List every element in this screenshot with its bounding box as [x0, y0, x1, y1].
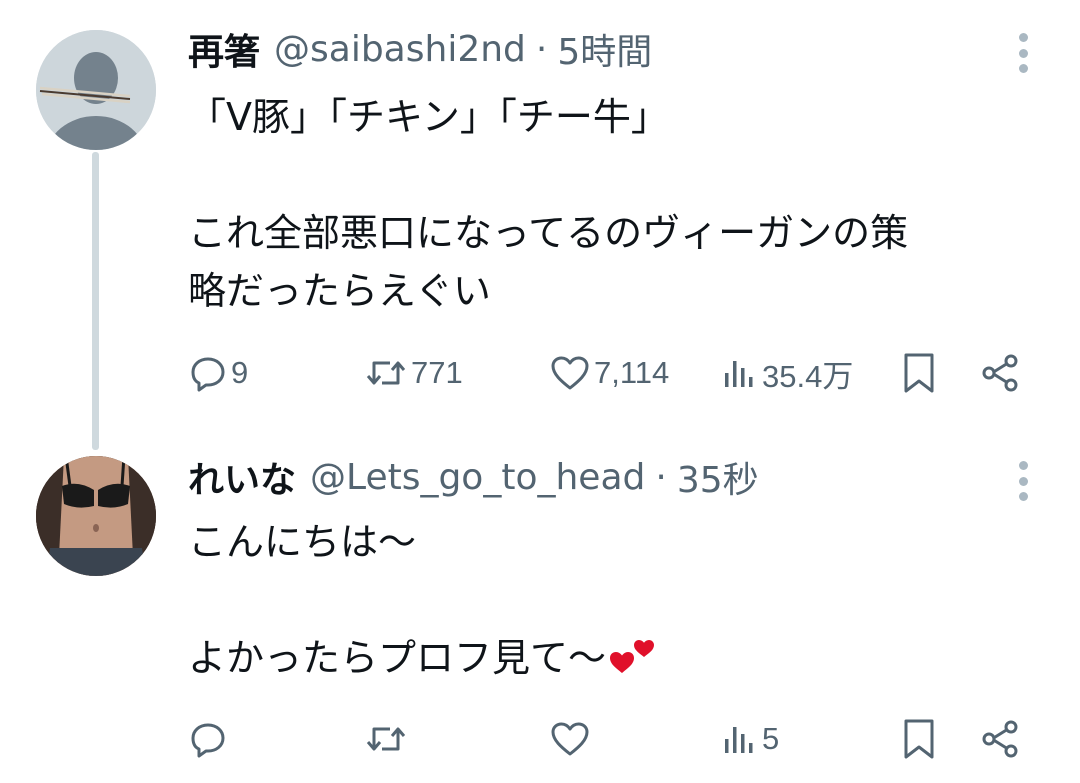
- retweet-icon: [366, 727, 406, 751]
- tweet-text-line: 「V豚」「チキン」「チー牛」: [188, 95, 669, 139]
- tweet-text-line: これ全部悪口になってるのヴィーガンの策: [188, 211, 909, 255]
- avatar[interactable]: [36, 456, 156, 576]
- tweet-header: れいな @Lets_go_to_head · 35秒: [188, 452, 759, 502]
- profile-photo: [36, 456, 156, 576]
- tweet[interactable]: れいな @Lets_go_to_head · 35秒 こんにちは〜 よかったらプ…: [0, 440, 1080, 783]
- share-button[interactable]: [978, 351, 1022, 395]
- two-hearts-emoji: [608, 635, 656, 693]
- heart-icon: [551, 722, 589, 756]
- retweet-button[interactable]: [364, 717, 411, 761]
- tweet-text-line: こんにちは〜: [188, 520, 417, 564]
- tweet-text: 「V豚」「チキン」「チー牛」 これ全部悪口になってるのヴィーガンの策 略だったら…: [188, 88, 1038, 320]
- retweet-count: 771: [411, 355, 463, 390]
- timestamp[interactable]: 35秒: [677, 451, 759, 503]
- reply-icon: [191, 723, 225, 758]
- heart-icon: [551, 356, 589, 390]
- bookmark-icon: [904, 353, 934, 393]
- like-button[interactable]: 7,114: [549, 351, 669, 395]
- tweet-header: 再箸 @saibashi2nd · 5時間: [188, 24, 652, 74]
- separator: ·: [535, 28, 548, 70]
- timestamp[interactable]: 5時間: [557, 23, 652, 75]
- more-options-icon[interactable]: [1018, 33, 1028, 73]
- default-avatar-icon: [36, 30, 156, 150]
- reply-count: 9: [231, 355, 249, 390]
- views-icon: [725, 727, 753, 753]
- retweet-icon: [366, 361, 406, 385]
- reply-icon: [191, 357, 225, 392]
- tweet-text-line-content: よかったらプロフ見て〜: [188, 636, 607, 680]
- avatar[interactable]: [36, 30, 156, 150]
- like-button[interactable]: [549, 717, 594, 761]
- retweet-button[interactable]: 771: [364, 351, 463, 395]
- reply-button[interactable]: 9: [188, 351, 248, 395]
- display-name[interactable]: れいな: [188, 451, 296, 503]
- bookmark-button[interactable]: [899, 717, 939, 761]
- views-button[interactable]: 35.4万: [719, 351, 853, 395]
- more-options-icon[interactable]: [1018, 461, 1028, 501]
- display-name[interactable]: 再箸: [188, 23, 260, 75]
- bookmark-button[interactable]: [899, 351, 939, 395]
- views-icon: [725, 361, 753, 387]
- tweet-text-blank-line: [188, 571, 1038, 629]
- tweet-text-line: よかったらプロフ見て〜: [188, 629, 1038, 693]
- tweet-text-blank-line: [188, 146, 1038, 204]
- tweet-actions: 9 771 7,114 35.4万: [188, 351, 1038, 395]
- tweet-text: こんにちは〜 よかったらプロフ見て〜: [188, 513, 1038, 693]
- share-icon: [982, 354, 1018, 392]
- tweet[interactable]: 再箸 @saibashi2nd · 5時間 「V豚」「チキン」「チー牛」 これ全…: [0, 0, 1080, 440]
- separator: ·: [655, 456, 667, 498]
- reply-button[interactable]: [188, 717, 231, 761]
- tweet-actions: 5: [188, 717, 1038, 761]
- like-count: 7,114: [594, 355, 670, 390]
- views-button[interactable]: 5: [719, 717, 779, 761]
- user-handle[interactable]: @Lets_go_to_head: [310, 457, 645, 498]
- user-handle[interactable]: @saibashi2nd: [274, 29, 526, 70]
- view-count: 35.4万: [762, 358, 854, 394]
- bookmark-icon: [904, 719, 934, 759]
- view-count: 5: [762, 721, 780, 756]
- tweet-text-line: 略だったらえぐい: [188, 269, 491, 313]
- share-icon: [982, 720, 1018, 758]
- share-button[interactable]: [978, 717, 1022, 761]
